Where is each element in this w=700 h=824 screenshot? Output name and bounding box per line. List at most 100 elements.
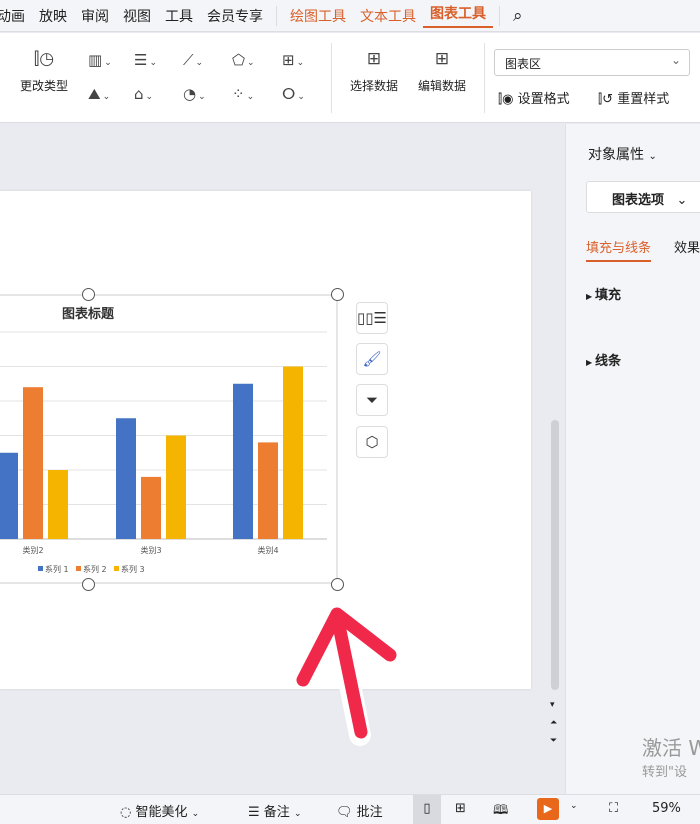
panel-title-label: 对象属性 — [588, 147, 644, 163]
bar-3-类别3 — [166, 435, 186, 539]
divider — [499, 5, 500, 26]
beautify-label: 智能美化 — [135, 805, 188, 820]
fit-window-icon[interactable]: ⛶ — [609, 801, 618, 816]
category-label: 类别3 — [140, 545, 161, 555]
ribbon: ⫿◷ 更改类型 ▥ ⌄ ☰ ⌄ ⟋ ⌄ ⬠ ⌄ ⊞ ⌄ ⛰ ⌄ ⌂ ⌄ ◔ ⌄ ⁘ ⌄ ⵔ ⌄ ⊞ … — [0, 33, 700, 123]
bar-1-类别4 — [233, 383, 253, 539]
bar-2-类别3 — [141, 476, 161, 539]
comments-button[interactable]: 🗨 批注 — [336, 801, 383, 820]
scatter-chart-icon[interactable]: ⁘ ⌄ — [232, 85, 254, 103]
menu-slideshow[interactable]: 放映 — [32, 6, 74, 26]
legend-label: 系列 2 — [83, 564, 107, 574]
section-line[interactable]: ▶ 线条 — [586, 350, 621, 369]
previous-slide-icon[interactable]: ⏶ — [550, 718, 557, 728]
format-icon: ⫿◉ — [498, 92, 518, 107]
reset-style-label: 重置样式 — [617, 92, 670, 107]
bar-2-类别4 — [258, 442, 278, 539]
divider — [484, 43, 485, 113]
menu-animation[interactable]: 动画 — [0, 6, 32, 26]
chart-options-label: 图表选项 — [612, 193, 665, 208]
search-icon[interactable]: ⌕ — [506, 6, 530, 26]
edit-data-label: 编辑数据 — [417, 79, 466, 93]
menu-review[interactable]: 审阅 — [74, 6, 116, 26]
menu-view[interactable]: 视图 — [116, 6, 158, 26]
chart-filter-icon[interactable]: ⏷ — [356, 384, 388, 416]
table-select-icon: ⊞ — [366, 49, 382, 69]
menu-tools[interactable]: 工具 — [158, 6, 200, 26]
chart-options-dropdown[interactable]: 图表选项 ⌄ — [586, 181, 700, 213]
category-label: 类别2 — [22, 545, 43, 555]
reset-style-button[interactable]: ⫿↺ 重置样式 — [598, 88, 669, 107]
change-type-button[interactable]: ⫿◷ 更改类型 — [14, 49, 74, 94]
divider — [276, 5, 277, 26]
column-chart-icon[interactable]: ▥ ⌄ — [88, 51, 112, 69]
watermark-line1: 激活 W — [642, 736, 700, 760]
menu-member[interactable]: 会员专享 — [200, 6, 270, 26]
bar-1-类别3 — [116, 418, 136, 539]
bubble-chart-icon[interactable]: ⵔ ⌄ — [282, 85, 305, 103]
chart-style-brush-icon[interactable]: 🖌 — [356, 343, 388, 375]
chart-title[interactable]: 图表标题 — [62, 303, 114, 322]
chart[interactable]: 类别2 类别3 类别4 系列 1 系列 2 系列 3 — [0, 290, 345, 590]
section-fill-label: 填充 — [594, 288, 621, 303]
tab-fill-line[interactable]: 填充与线条 — [586, 237, 652, 262]
set-format-button[interactable]: ⫿◉ 设置格式 — [498, 88, 570, 107]
tab-chart-tools[interactable]: 图表工具 — [423, 3, 493, 28]
category-label: 类别4 — [257, 545, 278, 555]
reset-icon: ⫿↺ — [598, 92, 618, 107]
menu-bar: 动画 放映 审阅 视图 工具 会员专享 绘图工具 文本工具 图表工具 ⌕ — [0, 0, 700, 32]
tab-text-tools[interactable]: 文本工具 — [353, 6, 423, 26]
notes-label: 备注 — [263, 805, 290, 820]
smart-beautify-button[interactable]: ◌ 智能美化 ⌄ — [120, 801, 199, 820]
vertical-scrollbar[interactable] — [551, 420, 559, 690]
chart-type-icon: ⫿◷ — [33, 49, 55, 69]
bar-1-类别2 — [0, 452, 18, 539]
legend-swatch — [114, 566, 119, 571]
notes-button[interactable]: ☰ 备注 ⌄ — [248, 801, 302, 820]
bar-3-类别4 — [283, 366, 303, 539]
resize-handle-top[interactable] — [82, 288, 95, 301]
chart-settings-icon[interactable]: ⬡ — [356, 426, 388, 458]
radar-chart-icon[interactable]: ⬠ ⌄ — [232, 51, 255, 69]
area-chart-icon[interactable]: ⛰ ⌄ — [88, 85, 110, 103]
tab-drawing-tools[interactable]: 绘图工具 — [283, 6, 353, 26]
beautify-icon: ◌ — [120, 805, 136, 820]
line-chart-icon[interactable]: ⟋ ⌄ — [183, 51, 203, 69]
slide-sorter-icon[interactable]: ⊞ — [455, 801, 466, 816]
play-slideshow-button[interactable]: ▶ — [537, 798, 559, 820]
resize-handle-bottom[interactable] — [82, 578, 95, 591]
normal-view-icon[interactable]: ▯ — [413, 795, 441, 824]
zoom-level[interactable]: 59% — [652, 801, 681, 816]
resize-handle-top-right[interactable] — [331, 288, 344, 301]
bar-3-类别2 — [48, 470, 68, 539]
resize-handle-bottom-right[interactable] — [331, 578, 344, 591]
chevron-down-icon[interactable]: ⌄ — [570, 801, 578, 811]
table-edit-icon: ⊞ — [434, 49, 450, 69]
chevron-down-icon: ⌄ — [293, 809, 302, 819]
pie-chart-icon[interactable]: ◔ ⌄ — [183, 85, 206, 103]
next-slide-icon[interactable]: ⏷ — [550, 736, 557, 746]
reading-view-icon[interactable]: 🕮 — [493, 801, 508, 823]
change-type-label: 更改类型 — [19, 79, 68, 93]
chart-elements-icon[interactable]: ▯▯☰ — [356, 302, 388, 334]
stock-chart-icon[interactable]: ⌂ ⌄ — [134, 85, 153, 103]
watermark-line2: 转到"设 — [642, 765, 687, 780]
scroll-down-icon[interactable]: ▾ — [550, 700, 555, 710]
edit-data-button[interactable]: ⊞ 编辑数据 — [412, 49, 472, 94]
tab-effects[interactable]: 效果 — [674, 237, 700, 256]
bar-chart-icon[interactable]: ☰ ⌄ — [134, 51, 157, 69]
bar-2-类别2 — [23, 387, 43, 539]
set-format-label: 设置格式 — [517, 92, 570, 107]
select-data-button[interactable]: ⊞ 选择数据 — [344, 49, 404, 94]
expand-arrow-icon: ▶ — [586, 292, 595, 301]
combo-chart-icon[interactable]: ⊞ ⌄ — [282, 51, 304, 69]
chart-element-select[interactable]: 图表区 ⌄ — [494, 49, 690, 76]
activation-watermark: 激活 W 转到"设 — [642, 732, 700, 780]
section-line-label: 线条 — [594, 354, 621, 369]
section-fill[interactable]: ▶ 填充 — [586, 284, 621, 303]
legend-label: 系列 1 — [45, 564, 69, 574]
chevron-down-icon: ⌄ — [676, 193, 688, 208]
chevron-down-icon: ⌄ — [191, 809, 200, 819]
legend-label: 系列 3 — [121, 564, 145, 574]
panel-title[interactable]: 对象属性 ⌄ — [588, 144, 657, 164]
